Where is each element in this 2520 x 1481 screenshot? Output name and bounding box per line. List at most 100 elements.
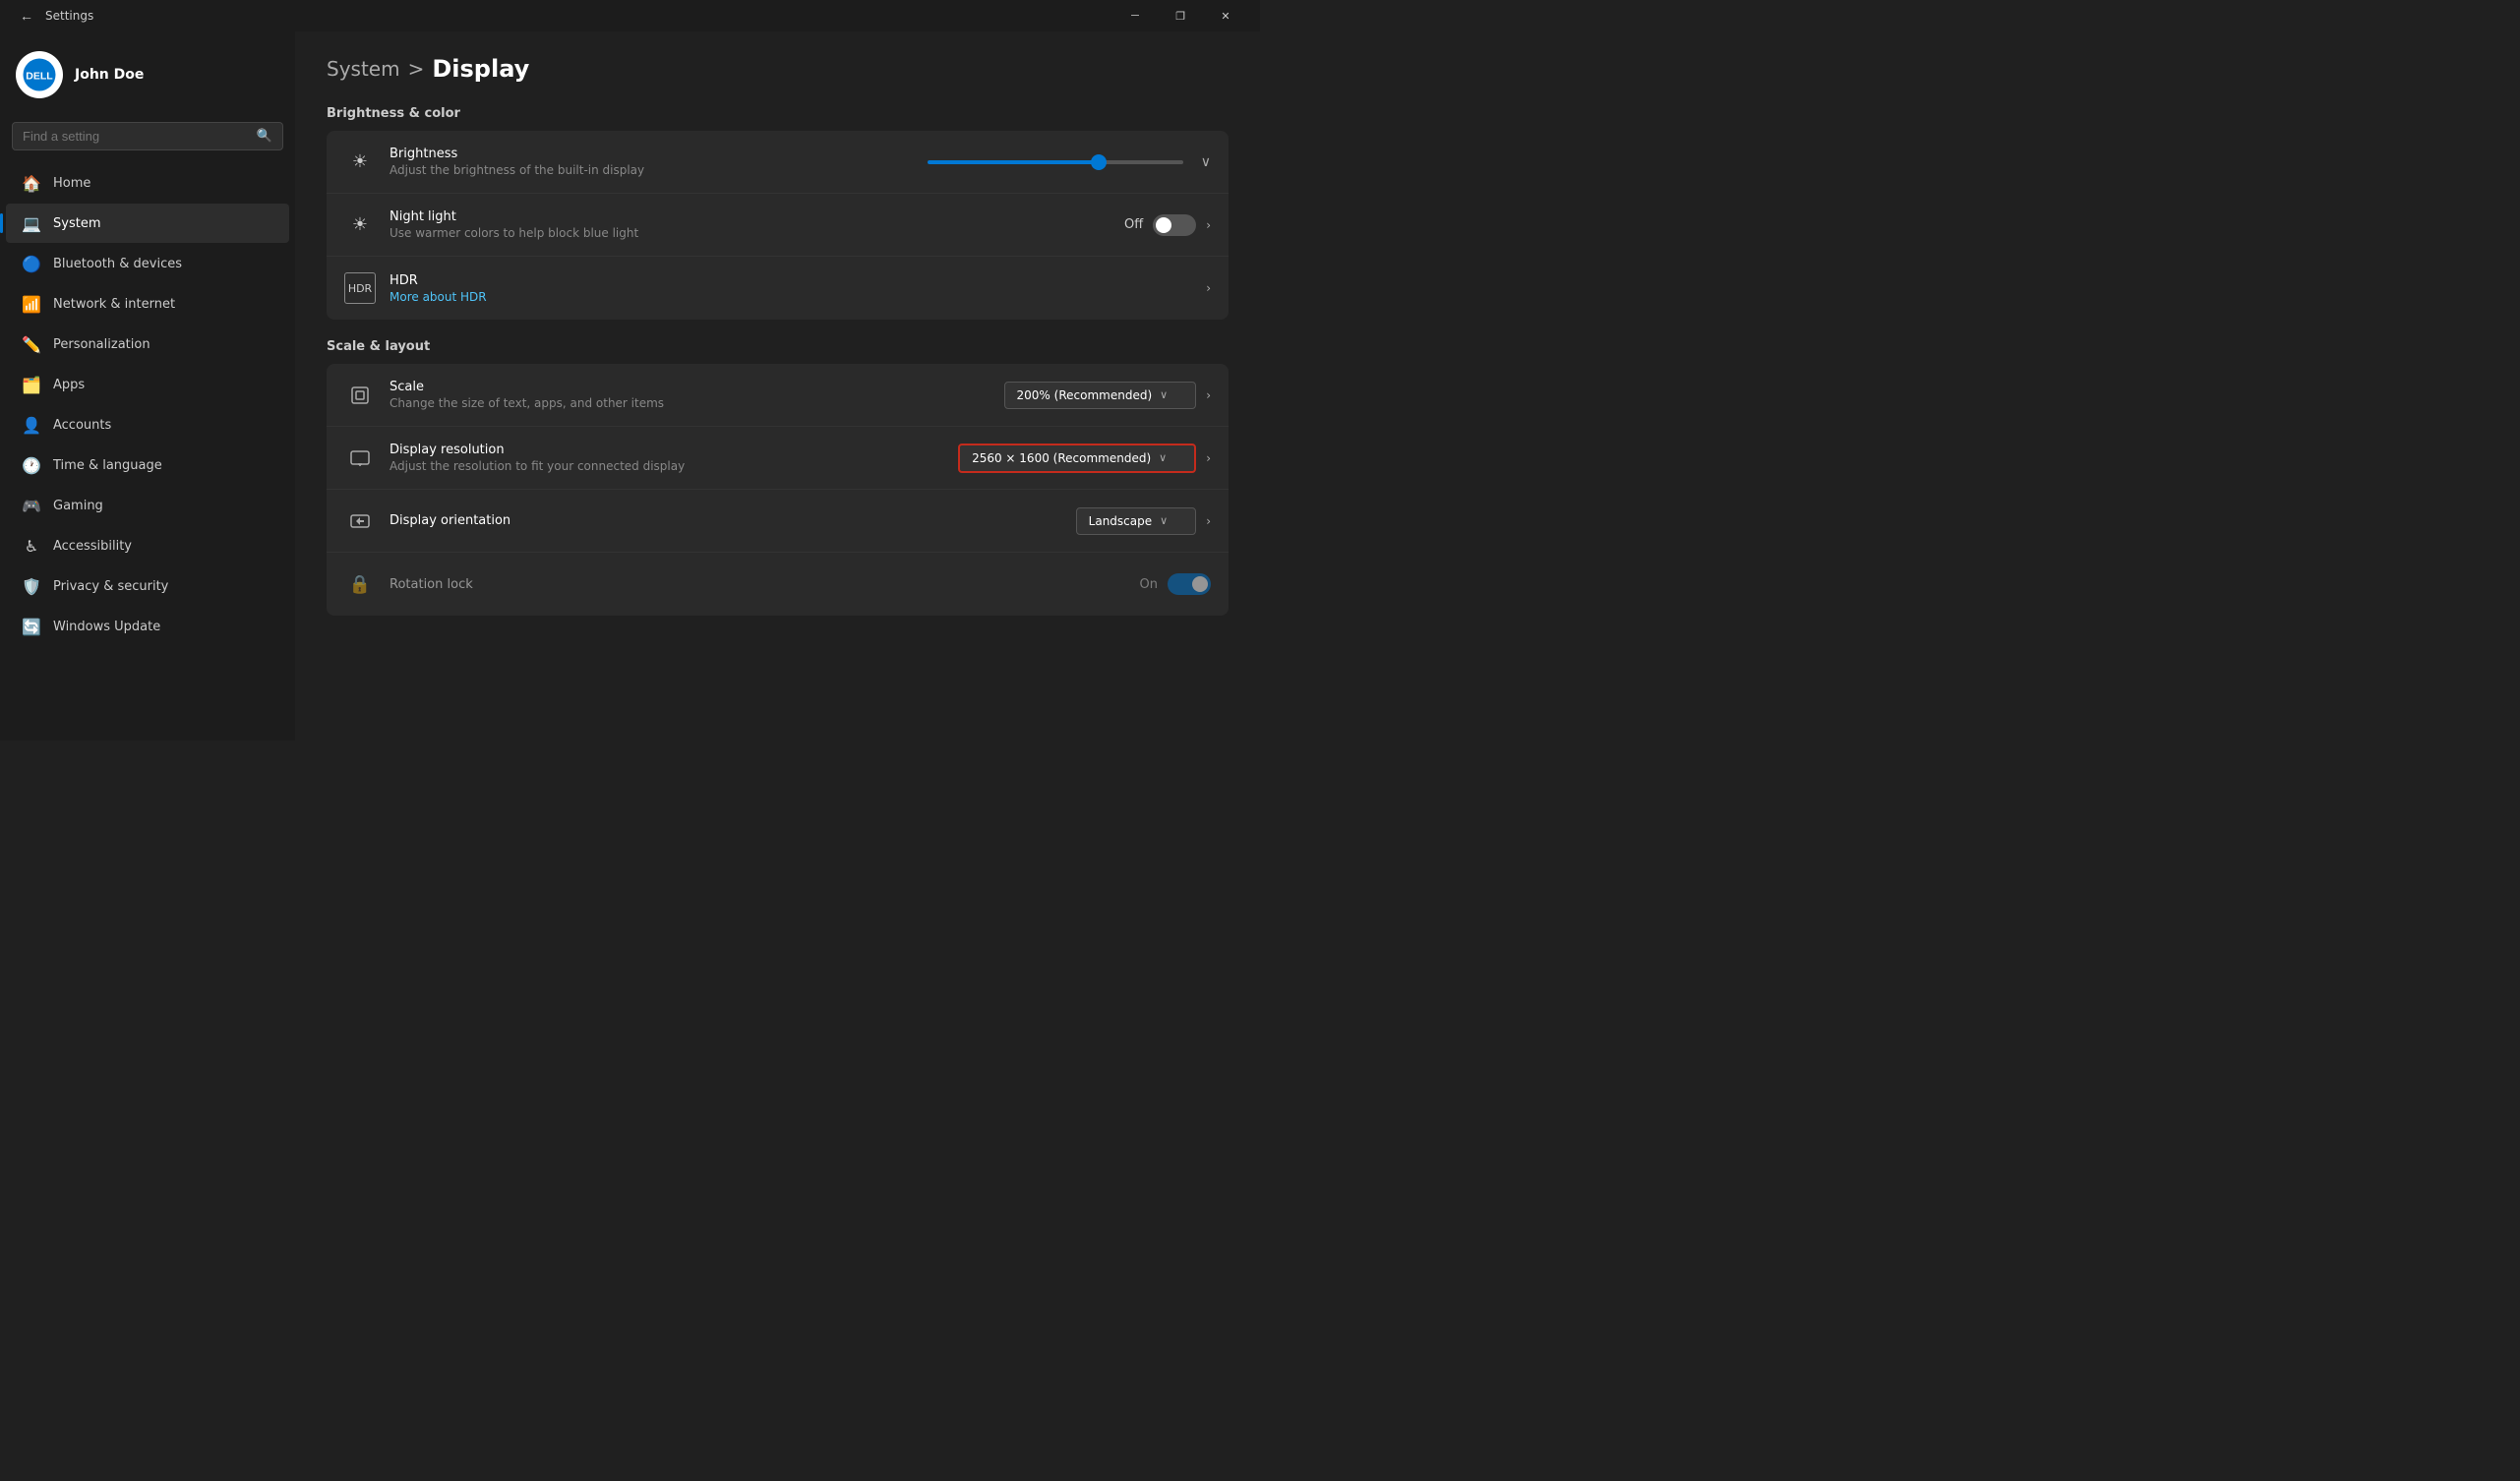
sidebar-item-label-accessibility: Accessibility [53,539,132,554]
sidebar-item-label-gaming: Gaming [53,499,103,513]
display-orientation-dropdown-arrow: ∨ [1160,514,1168,527]
sidebar-profile: DELL John Doe [0,31,295,114]
display-orientation-arrow[interactable]: › [1206,514,1211,528]
sidebar-item-label-privacy: Privacy & security [53,579,168,594]
minimize-button[interactable]: ─ [1112,0,1158,31]
svg-text:DELL: DELL [26,71,53,83]
breadcrumb-parent[interactable]: System [327,57,400,81]
sidebar-item-personalization[interactable]: ✏️ Personalization [6,325,289,364]
titlebar-left: ← Settings [16,8,93,24]
sidebar-item-update[interactable]: 🔄 Windows Update [6,607,289,646]
gaming-icon: 🎮 [22,496,41,515]
maximize-button[interactable]: ❐ [1158,0,1203,31]
hdr-icon: HDR [344,272,376,304]
night-light-title: Night light [390,209,1124,224]
display-resolution-icon [344,443,376,474]
sidebar-item-home[interactable]: 🏠 Home [6,163,289,203]
close-button[interactable]: ✕ [1203,0,1248,31]
network-icon: 📶 [22,294,41,314]
titlebar-controls: ─ ❐ ✕ [1112,0,1248,31]
sidebar-item-label-bluetooth: Bluetooth & devices [53,257,182,271]
display-orientation-title: Display orientation [390,513,1076,528]
time-icon: 🕐 [22,455,41,475]
settings-row-scale[interactable]: Scale Change the size of text, apps, and … [327,364,1229,427]
sidebar-item-label-network: Network & internet [53,297,175,312]
back-button[interactable]: ← [16,8,37,24]
scale-dropdown[interactable]: 200% (Recommended) ∨ [1004,382,1197,409]
sidebar-item-accounts[interactable]: 👤 Accounts [6,405,289,444]
sidebar-item-privacy[interactable]: 🛡️ Privacy & security [6,566,289,606]
display-resolution-title: Display resolution [390,443,958,457]
sidebar-nav: 🏠 Home 💻 System 🔵 Bluetooth & devices 📶 … [0,162,295,647]
sidebar-item-label-personalization: Personalization [53,337,150,352]
display-resolution-dropdown[interactable]: 2560 × 1600 (Recommended) ∨ [958,444,1196,473]
privacy-icon: 🛡️ [22,576,41,596]
sidebar-item-apps[interactable]: 🗂️ Apps [6,365,289,404]
brightness-title: Brightness [390,147,928,161]
display-resolution-arrow[interactable]: › [1206,451,1211,465]
rotation-lock-toggle-label: On [1140,577,1158,592]
section-label-brightness-color: Brightness & color [327,106,1229,121]
content-area: System > Display Brightness & color☀Brig… [295,31,1260,740]
settings-row-hdr[interactable]: HDR HDR More about HDR› [327,257,1229,320]
titlebar: ← Settings ─ ❐ ✕ [0,0,1260,31]
rotation-lock-toggle[interactable] [1168,573,1211,595]
scale-dropdown-arrow: ∨ [1160,388,1168,401]
rotation-lock-title: Rotation lock [390,577,1140,592]
search-container: 🔍 [0,114,295,162]
night-light-subtitle: Use warmer colors to help block blue lig… [390,226,1124,240]
brightness-expand[interactable]: ∨ [1201,154,1211,170]
rotation-lock-icon: 🔒 [344,568,376,600]
hdr-title: HDR [390,273,1206,288]
breadcrumb-current: Display [432,55,529,83]
personalization-icon: ✏️ [22,334,41,354]
app-container: DELL John Doe 🔍 🏠 Home 💻 System 🔵 Blueto… [0,31,1260,740]
titlebar-title: Settings [45,9,93,23]
breadcrumb: System > Display [327,55,1229,83]
sidebar-item-system[interactable]: 💻 System [6,204,289,243]
display-orientation-icon [344,505,376,537]
bluetooth-icon: 🔵 [22,254,41,273]
display-resolution-subtitle: Adjust the resolution to fit your connec… [390,459,958,473]
sidebar-item-label-update: Windows Update [53,620,160,634]
sidebar-item-label-time: Time & language [53,458,162,473]
sidebar-item-time[interactable]: 🕐 Time & language [6,445,289,485]
apps-icon: 🗂️ [22,375,41,394]
search-box[interactable]: 🔍 [12,122,283,150]
brightness-slider[interactable] [928,160,1183,164]
search-input[interactable] [23,129,249,144]
scale-arrow[interactable]: › [1206,388,1211,402]
display-resolution-dropdown-arrow: ∨ [1159,451,1167,464]
dell-logo: DELL [16,51,63,98]
system-icon: 💻 [22,213,41,233]
scale-title: Scale [390,380,1004,394]
settings-row-night-light[interactable]: ☀ Night light Use warmer colors to help bl… [327,194,1229,257]
scale-subtitle: Change the size of text, apps, and other… [390,396,1004,410]
settings-row-brightness[interactable]: ☀BrightnessAdjust the brightness of the … [327,131,1229,194]
night-light-arrow[interactable]: › [1206,218,1211,232]
sidebar-item-label-system: System [53,216,100,231]
update-icon: 🔄 [22,617,41,636]
sidebar-item-bluetooth[interactable]: 🔵 Bluetooth & devices [6,244,289,283]
settings-row-display-orientation[interactable]: Display orientationLandscape ∨ › [327,490,1229,553]
night-light-toggle[interactable] [1153,214,1196,236]
sidebar-item-gaming[interactable]: 🎮 Gaming [6,486,289,525]
sidebar-item-accessibility[interactable]: ♿ Accessibility [6,526,289,565]
section-brightness-color: Brightness & color☀BrightnessAdjust the … [327,106,1229,320]
hdr-arrow[interactable]: › [1206,281,1211,295]
section-scale-layout: Scale & layoutScaleChange the size of te… [327,339,1229,616]
profile-name: John Doe [75,67,144,83]
hdr-subtitle[interactable]: More about HDR [390,290,1206,304]
night-light-toggle-label: Off [1124,217,1143,232]
sidebar-item-label-apps: Apps [53,378,85,392]
sidebar-item-label-accounts: Accounts [53,418,111,433]
night-light-icon: ☀ [344,209,376,241]
sidebar-item-network[interactable]: 📶 Network & internet [6,284,289,324]
display-orientation-dropdown[interactable]: Landscape ∨ [1076,507,1197,535]
breadcrumb-separator: > [408,57,425,81]
settings-row-rotation-lock[interactable]: 🔒 Rotation lockOn [327,553,1229,616]
settings-row-display-resolution[interactable]: Display resolution Adjust the resolution … [327,427,1229,490]
accessibility-icon: ♿ [22,536,41,556]
brightness-subtitle: Adjust the brightness of the built-in di… [390,163,928,177]
home-icon: 🏠 [22,173,41,193]
